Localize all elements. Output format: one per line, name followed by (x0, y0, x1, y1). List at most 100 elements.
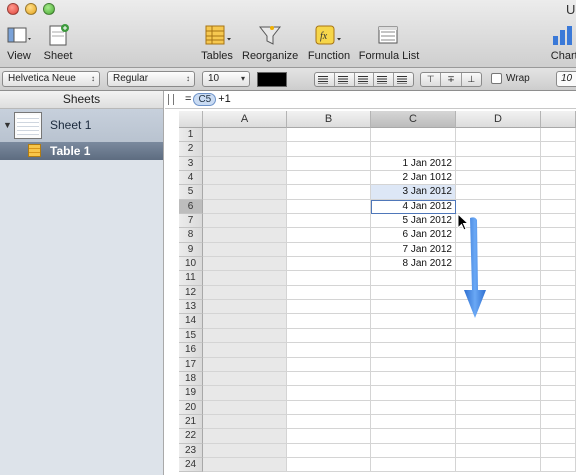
align-auto-icon[interactable] (394, 73, 413, 86)
cell-c20[interactable] (371, 400, 456, 415)
cell-d15[interactable] (456, 328, 541, 344)
cell-c24[interactable] (371, 457, 456, 473)
cell-e16[interactable] (541, 343, 576, 358)
cell-a14[interactable] (203, 314, 287, 329)
cell-a6[interactable] (203, 199, 287, 215)
cell-c10[interactable]: 8 Jan 2012 (371, 257, 456, 272)
cell-a17[interactable] (203, 357, 287, 372)
cell-a1[interactable] (203, 128, 287, 143)
cell-c18[interactable] (371, 371, 456, 387)
cell-a16[interactable] (203, 343, 287, 358)
cell-a4[interactable] (203, 171, 287, 186)
row-header-11[interactable]: 11 (179, 271, 203, 286)
cell-e19[interactable] (541, 386, 576, 401)
cell-b21[interactable] (287, 414, 371, 430)
cell-a13[interactable] (203, 300, 287, 315)
column-header-a[interactable]: A (203, 111, 287, 128)
cell-e21[interactable] (541, 414, 576, 430)
row-header-18[interactable]: 18 (179, 371, 203, 387)
cell-a23[interactable] (203, 443, 287, 458)
cell-c8[interactable]: 6 Jan 2012 (371, 228, 456, 243)
minimize-window-button[interactable] (25, 3, 37, 15)
cell-d3[interactable] (456, 156, 541, 172)
align-bottom-icon[interactable]: ⊥ (462, 73, 481, 86)
text-color-well[interactable] (257, 72, 287, 87)
cell-b5[interactable] (287, 185, 371, 200)
cell-c4[interactable]: 2 Jan 1012 (371, 171, 456, 186)
row-header-9[interactable]: 9 (179, 242, 203, 258)
row-header-3[interactable]: 3 (179, 156, 203, 172)
cell-a15[interactable] (203, 328, 287, 344)
cell-b3[interactable] (287, 156, 371, 172)
cell-c11[interactable] (371, 271, 456, 286)
sheet-button[interactable]: Sheet (42, 24, 74, 64)
vertical-alignment-segmented-control[interactable]: ⊤ ∓ ⊥ (420, 72, 482, 87)
cell-b8[interactable] (287, 228, 371, 243)
cell-b13[interactable] (287, 300, 371, 315)
cell-b6[interactable] (287, 199, 371, 215)
cell-e8[interactable] (541, 228, 576, 243)
row-header-10[interactable]: 10 (179, 257, 203, 272)
cell-a10[interactable] (203, 257, 287, 272)
cell-e23[interactable] (541, 443, 576, 458)
cell-e11[interactable] (541, 271, 576, 286)
cell-a24[interactable] (203, 457, 287, 473)
cell-c2[interactable] (371, 142, 456, 157)
row-header-7[interactable]: 7 (179, 214, 203, 229)
cell-e22[interactable] (541, 429, 576, 444)
column-header-d[interactable]: D (456, 111, 541, 128)
view-button[interactable]: View (4, 24, 34, 64)
cell-d1[interactable] (456, 128, 541, 143)
row-header-22[interactable]: 22 (179, 429, 203, 444)
cell-e2[interactable] (541, 142, 576, 157)
close-window-button[interactable] (7, 3, 19, 15)
cell-a7[interactable] (203, 214, 287, 229)
cell-c5[interactable]: 3 Jan 2012 (371, 185, 456, 200)
row-header-17[interactable]: 17 (179, 357, 203, 372)
cell-a22[interactable] (203, 429, 287, 444)
cell-e24[interactable] (541, 457, 576, 473)
tables-button[interactable]: Tables (198, 24, 236, 64)
row-header-13[interactable]: 13 (179, 300, 203, 315)
cell-d20[interactable] (456, 400, 541, 415)
cell-d4[interactable] (456, 171, 541, 186)
row-header-23[interactable]: 23 (179, 443, 203, 458)
font-size-combo[interactable]: 10 ▾ (202, 71, 250, 87)
cell-b12[interactable] (287, 285, 371, 301)
cell-b2[interactable] (287, 142, 371, 157)
reorganize-button[interactable]: Reorganize (242, 24, 298, 64)
cell-a9[interactable] (203, 242, 287, 258)
cell-e7[interactable] (541, 214, 576, 229)
cell-d19[interactable] (456, 386, 541, 401)
cell-a3[interactable] (203, 156, 287, 172)
cell-c14[interactable] (371, 314, 456, 329)
charts-button[interactable]: Charts (547, 24, 576, 64)
cell-c7[interactable]: 5 Jan 2012 (371, 214, 456, 229)
cell-d18[interactable] (456, 371, 541, 387)
row-header-19[interactable]: 19 (179, 386, 203, 401)
cell-c17[interactable] (371, 357, 456, 372)
row-header-4[interactable]: 4 (179, 171, 203, 186)
cell-e10[interactable] (541, 257, 576, 272)
number-field[interactable]: 10 (556, 71, 576, 87)
align-middle-icon[interactable]: ∓ (441, 73, 462, 86)
column-header-c[interactable]: C (371, 111, 456, 128)
function-button[interactable]: fx Function (306, 24, 352, 64)
disclosure-triangle-icon[interactable]: ▼ (3, 120, 12, 130)
row-header-20[interactable]: 20 (179, 400, 203, 415)
cell-c19[interactable] (371, 386, 456, 401)
cell-b23[interactable] (287, 443, 371, 458)
cell-a19[interactable] (203, 386, 287, 401)
align-right-icon[interactable] (355, 73, 375, 86)
cell-c6[interactable]: 4 Jan 2012 (371, 199, 456, 215)
row-header-2[interactable]: 2 (179, 142, 203, 157)
cell-d16[interactable] (456, 343, 541, 358)
cell-a5[interactable] (203, 185, 287, 200)
cell-d2[interactable] (456, 142, 541, 157)
grid-corner[interactable] (179, 111, 203, 128)
cell-e18[interactable] (541, 371, 576, 387)
cell-e6[interactable] (541, 199, 576, 215)
row-header-8[interactable]: 8 (179, 228, 203, 243)
cell-b15[interactable] (287, 328, 371, 344)
cell-b17[interactable] (287, 357, 371, 372)
